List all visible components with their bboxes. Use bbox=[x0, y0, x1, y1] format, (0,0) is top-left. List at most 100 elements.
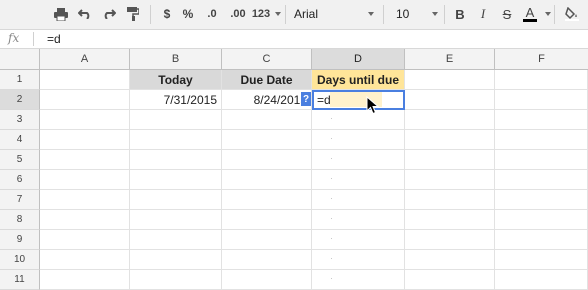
fill-color-icon[interactable] bbox=[562, 4, 582, 24]
cell-d7[interactable] bbox=[312, 190, 405, 210]
strikethrough-button[interactable]: S bbox=[500, 4, 514, 24]
cell-f4[interactable] bbox=[495, 130, 588, 150]
cell-b7[interactable] bbox=[130, 190, 222, 210]
cell-f5[interactable] bbox=[495, 150, 588, 170]
column-header-e[interactable]: E bbox=[405, 49, 495, 70]
cell-e6[interactable] bbox=[405, 170, 495, 190]
italic-button[interactable]: I bbox=[476, 4, 490, 24]
row-header-4[interactable]: 4 bbox=[0, 130, 40, 150]
row-header-7[interactable]: 7 bbox=[0, 190, 40, 210]
row-header-1[interactable]: 1 bbox=[0, 70, 40, 90]
cell-c3[interactable] bbox=[222, 110, 312, 130]
cell-b5[interactable] bbox=[130, 150, 222, 170]
undo-icon[interactable] bbox=[74, 4, 96, 24]
cell-b8[interactable] bbox=[130, 210, 222, 230]
cell-e8[interactable] bbox=[405, 210, 495, 230]
cell-a11[interactable] bbox=[40, 270, 130, 290]
cell-b6[interactable] bbox=[130, 170, 222, 190]
increase-decimal-button[interactable]: .00 bbox=[226, 4, 250, 24]
cell-d9[interactable] bbox=[312, 230, 405, 250]
decrease-decimal-button[interactable]: .0 bbox=[202, 4, 222, 24]
cell-c5[interactable] bbox=[222, 150, 312, 170]
cell-e3[interactable] bbox=[405, 110, 495, 130]
cell-c8[interactable] bbox=[222, 210, 312, 230]
cell-d10[interactable] bbox=[312, 250, 405, 270]
cell-b2[interactable]: 7/31/2015 bbox=[130, 90, 222, 110]
cell-b10[interactable] bbox=[130, 250, 222, 270]
cell-c10[interactable] bbox=[222, 250, 312, 270]
font-family-dropdown-icon[interactable] bbox=[368, 12, 374, 16]
cell-c4[interactable] bbox=[222, 130, 312, 150]
column-header-c[interactable]: C bbox=[222, 49, 312, 70]
cell-c6[interactable] bbox=[222, 170, 312, 190]
currency-format-button[interactable]: $ bbox=[160, 4, 174, 24]
number-format-dropdown-icon[interactable] bbox=[275, 12, 281, 16]
column-header-b[interactable]: B bbox=[130, 49, 222, 70]
cell-a1[interactable] bbox=[40, 70, 130, 90]
row-header-3[interactable]: 3 bbox=[0, 110, 40, 130]
cell-b9[interactable] bbox=[130, 230, 222, 250]
column-header-d[interactable]: D bbox=[312, 49, 405, 70]
cell-d11[interactable] bbox=[312, 270, 405, 290]
cell-f3[interactable] bbox=[495, 110, 588, 130]
row-header-6[interactable]: 6 bbox=[0, 170, 40, 190]
cell-f7[interactable] bbox=[495, 190, 588, 210]
cell-e1[interactable] bbox=[405, 70, 495, 90]
number-format-button[interactable]: 123 bbox=[250, 4, 272, 24]
formula-help-button[interactable]: ? bbox=[301, 92, 311, 106]
cell-a5[interactable] bbox=[40, 150, 130, 170]
cell-f9[interactable] bbox=[495, 230, 588, 250]
cell-f8[interactable] bbox=[495, 210, 588, 230]
print-icon[interactable] bbox=[50, 4, 72, 24]
cell-f11[interactable] bbox=[495, 270, 588, 290]
bold-button[interactable]: B bbox=[452, 4, 468, 24]
cell-e9[interactable] bbox=[405, 230, 495, 250]
row-header-11[interactable]: 11 bbox=[0, 270, 40, 290]
cell-c9[interactable] bbox=[222, 230, 312, 250]
cell-d3[interactable] bbox=[312, 110, 405, 130]
cell-a8[interactable] bbox=[40, 210, 130, 230]
redo-icon[interactable] bbox=[98, 4, 120, 24]
cell-e4[interactable] bbox=[405, 130, 495, 150]
row-header-5[interactable]: 5 bbox=[0, 150, 40, 170]
cell-f1[interactable] bbox=[495, 70, 588, 90]
cell-d6[interactable] bbox=[312, 170, 405, 190]
row-header-10[interactable]: 10 bbox=[0, 250, 40, 270]
cell-a4[interactable] bbox=[40, 130, 130, 150]
cell-e2[interactable] bbox=[405, 90, 495, 110]
text-color-dropdown-icon[interactable] bbox=[545, 12, 551, 16]
cell-e7[interactable] bbox=[405, 190, 495, 210]
cell-b3[interactable] bbox=[130, 110, 222, 130]
cell-f6[interactable] bbox=[495, 170, 588, 190]
font-size-dropdown-icon[interactable] bbox=[432, 12, 438, 16]
cell-a6[interactable] bbox=[40, 170, 130, 190]
cell-d5[interactable] bbox=[312, 150, 405, 170]
formula-input[interactable]: =d bbox=[47, 32, 61, 46]
cell-c7[interactable] bbox=[222, 190, 312, 210]
cell-f10[interactable] bbox=[495, 250, 588, 270]
cell-b4[interactable] bbox=[130, 130, 222, 150]
cell-b11[interactable] bbox=[130, 270, 222, 290]
column-header-a[interactable]: A bbox=[40, 49, 130, 70]
cell-c11[interactable] bbox=[222, 270, 312, 290]
row-header-9[interactable]: 9 bbox=[0, 230, 40, 250]
cell-f2[interactable] bbox=[495, 90, 588, 110]
cell-e5[interactable] bbox=[405, 150, 495, 170]
cell-d8[interactable] bbox=[312, 210, 405, 230]
cell-a7[interactable] bbox=[40, 190, 130, 210]
font-size-select[interactable]: 10 bbox=[396, 4, 436, 24]
column-header-f[interactable]: F bbox=[495, 49, 588, 70]
cell-e10[interactable] bbox=[405, 250, 495, 270]
cell-a9[interactable] bbox=[40, 230, 130, 250]
row-header-8[interactable]: 8 bbox=[0, 210, 40, 230]
paint-format-icon[interactable] bbox=[122, 4, 144, 24]
cell-a2[interactable] bbox=[40, 90, 130, 110]
cell-a3[interactable] bbox=[40, 110, 130, 130]
text-color-button[interactable]: A bbox=[522, 4, 538, 24]
cell-a10[interactable] bbox=[40, 250, 130, 270]
cell-b1[interactable]: Today bbox=[130, 70, 222, 90]
cell-c1[interactable]: Due Date bbox=[222, 70, 312, 90]
percent-format-button[interactable]: % bbox=[180, 4, 196, 24]
row-header-2[interactable]: 2 bbox=[0, 90, 40, 110]
cell-e11[interactable] bbox=[405, 270, 495, 290]
